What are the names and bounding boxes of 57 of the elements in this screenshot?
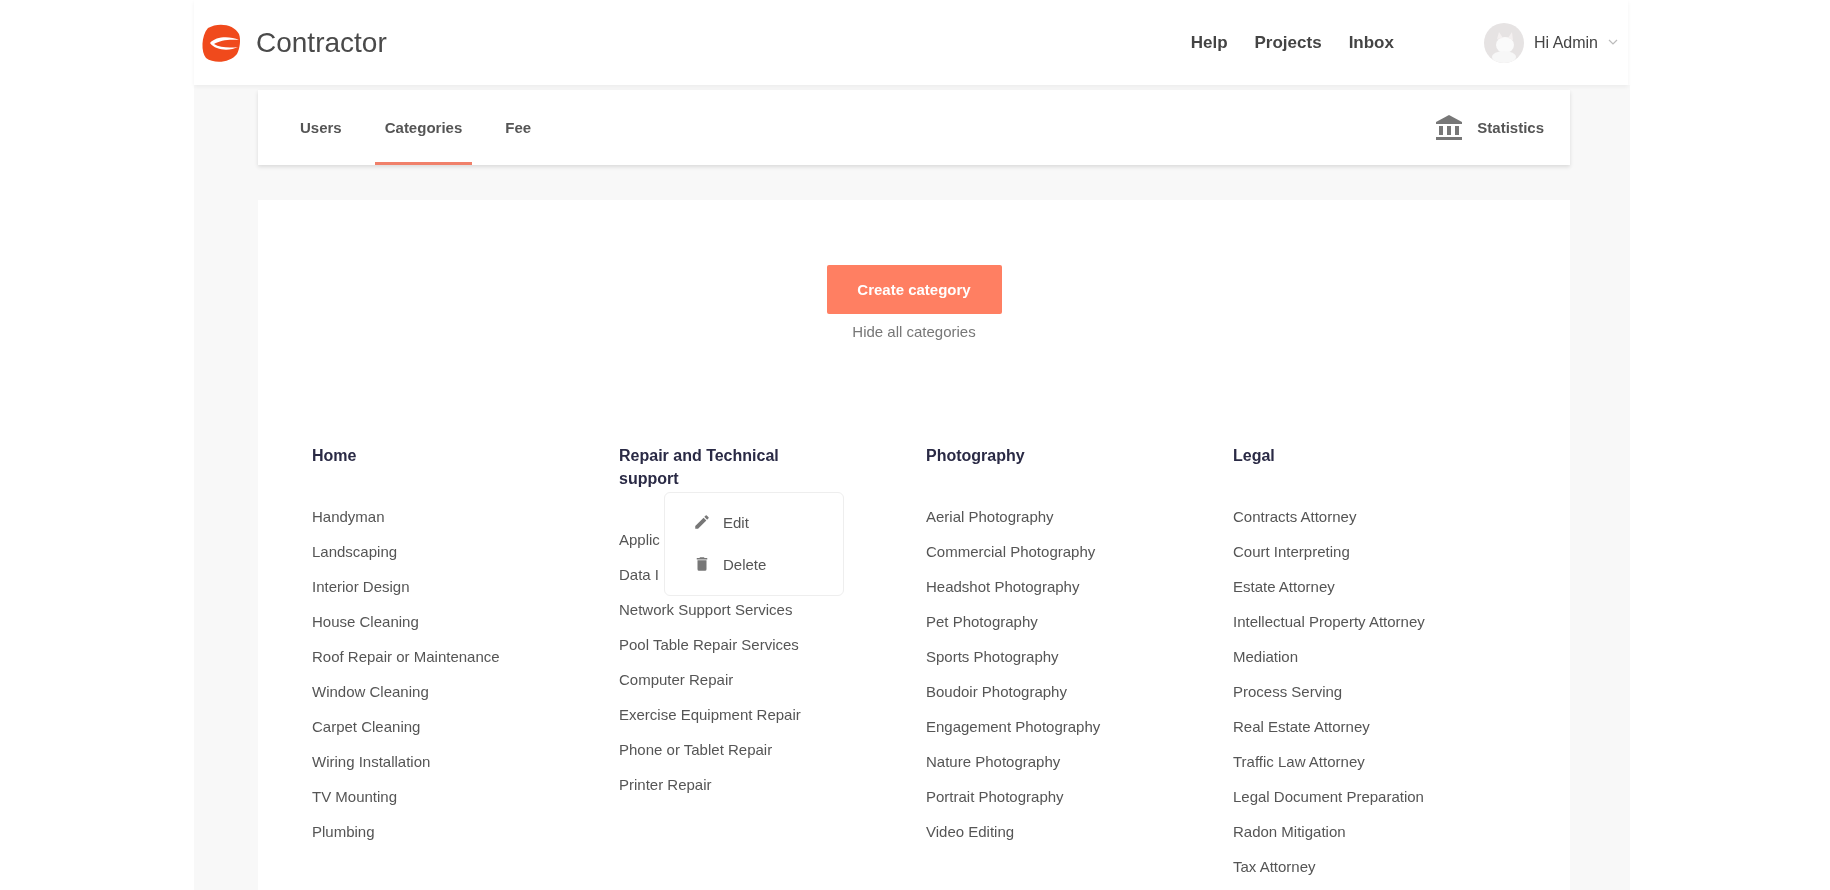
category-item[interactable]: Contracts Attorney <box>1233 499 1540 534</box>
category-item[interactable]: Intellectual Property Attorney <box>1233 604 1540 639</box>
category-item[interactable]: Traffic Law Attorney <box>1233 744 1540 779</box>
category-item[interactable]: Network Support Services <box>619 592 926 627</box>
category-item[interactable]: Window Cleaning <box>312 674 619 709</box>
category-item[interactable]: Pool Table Repair Services <box>619 627 926 662</box>
hide-categories-link[interactable]: Hide all categories <box>852 323 976 340</box>
category-item[interactable]: Mediation <box>1233 639 1540 674</box>
menu-item[interactable]: Edit <box>693 503 823 541</box>
category-title: Legal <box>1233 446 1276 466</box>
category-item[interactable]: Exercise Equipment Repair <box>619 697 926 732</box>
nav-link[interactable]: Inbox <box>1348 32 1394 53</box>
category-item[interactable]: TV Mounting <box>312 779 619 814</box>
category-item[interactable]: Sports Photography <box>926 639 1233 674</box>
category-item[interactable]: Engagement Photography <box>926 709 1233 744</box>
category-item[interactable]: Tax Attorney <box>1233 849 1540 884</box>
tab[interactable]: Categories <box>374 90 473 165</box>
category-item[interactable]: Boudoir Photography <box>926 674 1233 709</box>
category-item[interactable]: Nature Photography <box>926 744 1233 779</box>
category-item[interactable]: Wiring Installation <box>312 744 619 779</box>
category-item[interactable]: Process Serving <box>1233 674 1540 709</box>
category-item[interactable]: Interior Design <box>312 569 619 604</box>
user-greeting[interactable]: Hi Admin <box>1533 33 1598 52</box>
category-item[interactable]: House Cleaning <box>312 604 619 639</box>
category-item[interactable]: Landscaping <box>312 534 619 569</box>
category-item[interactable]: Plumbing <box>312 814 619 849</box>
category-item[interactable]: Phone or Tablet Repair <box>619 732 926 767</box>
avatar[interactable] <box>1483 22 1524 63</box>
nav-link[interactable]: Projects <box>1254 32 1322 53</box>
category-item[interactable]: Printer Repair <box>619 767 926 802</box>
category-item[interactable]: Real Estate Attorney <box>1233 709 1540 744</box>
category-item[interactable]: Aerial Photography <box>926 499 1233 534</box>
category-item[interactable]: Headshot Photography <box>926 569 1233 604</box>
nav-link[interactable]: Help <box>1190 32 1228 53</box>
tab[interactable]: Users <box>290 90 352 165</box>
category-item[interactable]: Carpet Cleaning <box>312 709 619 744</box>
category-item[interactable]: Video Editing <box>926 814 1233 849</box>
category-item[interactable]: Estate Attorney <box>1233 569 1540 604</box>
category-item[interactable]: Computer Repair <box>619 662 926 697</box>
category-item[interactable]: Portrait Photography <box>926 779 1233 814</box>
statistics-link[interactable]: Statistics <box>1477 119 1544 136</box>
category-item[interactable]: Radon Mitigation <box>1233 814 1540 849</box>
category-title: Repair and Technical support <box>619 446 780 489</box>
category-item[interactable]: Handyman <box>312 499 619 534</box>
brand-name: Contractor <box>256 26 387 59</box>
category-item[interactable]: Legal Document Preparation <box>1233 779 1540 814</box>
bank-icon[interactable] <box>1435 113 1464 142</box>
category-item[interactable]: Pet Photography <box>926 604 1233 639</box>
caret-icon[interactable] <box>1608 39 1618 46</box>
category-item[interactable]: Roof Repair or Maintenance <box>312 639 619 674</box>
category-item[interactable]: Court Interpreting <box>1233 534 1540 569</box>
menu-item[interactable]: Delete <box>693 545 823 583</box>
category-title: Photography <box>926 446 1026 466</box>
category-title: Home <box>312 446 358 466</box>
category-item[interactable]: Commercial Photography <box>926 534 1233 569</box>
pencil-icon <box>693 513 711 531</box>
tab[interactable]: Fee <box>495 90 542 165</box>
